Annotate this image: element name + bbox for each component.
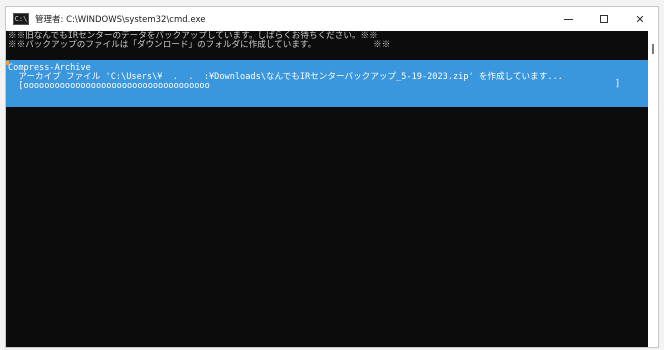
cursor-marker-icon (6, 61, 9, 65)
progress-bar: [oooooooooooooooooooooooooooooooooooo (8, 81, 210, 91)
app-icon-label: C:\ (14, 14, 28, 23)
maximize-button[interactable] (586, 7, 622, 31)
title-bar[interactable]: C:\ 管理者: C:\WINDOWS\system32\cmd.exe ✕ (6, 7, 658, 31)
vertical-scrollbar[interactable] (648, 31, 658, 347)
progress-panel: Compress-Archive アーカイブ ファイル 'C:\Users\¥ … (6, 60, 648, 107)
console-output[interactable]: ※※旧なんでもIRセンターのデータをバックアップしています。しばらくお待ちくださ… (6, 31, 648, 347)
scroll-thumb[interactable] (652, 44, 654, 54)
cmd-window: C:\ 管理者: C:\WINDOWS\system32\cmd.exe ✕ ※… (6, 7, 658, 347)
console-app-icon[interactable]: C:\ (13, 13, 29, 25)
progress-bar-end: ] (615, 79, 621, 89)
minimize-button[interactable] (550, 7, 586, 31)
minimize-icon (563, 18, 573, 20)
window-title: 管理者: C:\WINDOWS\system32\cmd.exe (35, 15, 206, 25)
close-icon: ✕ (635, 12, 645, 26)
caption-buttons: ✕ (550, 7, 658, 31)
maximize-icon (600, 15, 608, 23)
console-line-2: ※※バックアップのファイルは「ダウンロード」のフォルダに作成しています。 ※※ (8, 40, 391, 50)
close-button[interactable]: ✕ (622, 7, 658, 31)
